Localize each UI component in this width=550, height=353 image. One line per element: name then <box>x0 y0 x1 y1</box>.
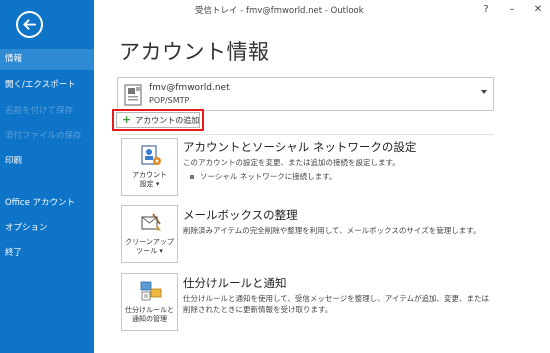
account-type: POP/SMTP <box>149 96 190 105</box>
bullet-icon <box>190 175 194 179</box>
account-settings-button[interactable]: アカウント 設定 ▾ <box>121 138 178 196</box>
help-button[interactable]: ? <box>478 2 494 18</box>
account-icon <box>124 84 142 106</box>
add-account-label: アカウントの追加 <box>135 115 200 125</box>
section-desc-account-settings: このアカウントの設定を変更、または追加の接続を設定します。 <box>183 158 400 167</box>
back-button[interactable] <box>16 11 43 38</box>
cleanup-tools-button[interactable]: クリーンアップ ツール ▾ <box>121 205 178 263</box>
section-desc-mailbox-cleanup: 削除済みアイテムの完全削除や整理を利用して、メールボックスのサイズを管理します。 <box>183 226 481 235</box>
title-bar: 受信トレイ - fmv@fmworld.net - Outlook ? – ✕ <box>94 0 550 22</box>
social-network-text: ソーシャル ネットワークに接続します。 <box>200 172 337 181</box>
close-button[interactable]: ✕ <box>530 2 546 18</box>
sidebar-item-save-as: 名前を付けて保存 <box>5 106 74 116</box>
sidebar-item-print[interactable]: 印刷 <box>0 151 94 172</box>
chevron-down-icon <box>481 90 487 94</box>
backstage-sidebar: 情報 開く/エクスポート 名前を付けて保存 添付ファイルの保存 印刷 Offic… <box>0 0 94 353</box>
back-arrow-icon <box>23 19 37 30</box>
minimize-button[interactable]: – <box>504 2 520 18</box>
section-title-mailbox-cleanup: メールボックスの整理 <box>183 208 298 222</box>
rules-alerts-label: 仕分けルールと 通知の管理 <box>125 306 174 323</box>
plus-icon: + <box>122 113 132 126</box>
sidebar-item-save-attachments: 添付ファイルの保存 <box>5 131 82 141</box>
page-title: アカウント情報 <box>119 40 270 64</box>
sidebar-item-options[interactable]: オプション <box>0 218 94 239</box>
divider <box>117 134 494 135</box>
account-settings-icon <box>141 145 161 165</box>
cleanup-tools-label: クリーンアップ ツール ▾ <box>125 238 174 255</box>
cleanup-tools-icon <box>141 213 161 231</box>
social-network-bullet: ソーシャル ネットワークに接続します。 <box>190 171 336 182</box>
account-settings-label: アカウント 設定 ▾ <box>132 171 167 188</box>
add-account-button[interactable]: + アカウントの追加 <box>116 112 200 128</box>
account-selector[interactable]: fmv@fmworld.net POP/SMTP <box>117 77 494 111</box>
section-title-rules-alerts: 仕分けルールと通知 <box>183 276 287 290</box>
rules-alerts-button[interactable]: 仕分けルールと 通知の管理 <box>121 273 178 331</box>
section-title-account-settings: アカウントとソーシャル ネットワークの設定 <box>183 140 417 154</box>
sidebar-item-info[interactable]: 情報 <box>0 49 94 70</box>
section-desc-rules-alerts: 仕分けルールと通知を使用して、受信メッセージを整理し、アイテムが追加、変更、また… <box>183 294 489 314</box>
rules-alerts-icon <box>140 281 162 301</box>
sidebar-item-open-export[interactable]: 開く/エクスポート <box>0 75 94 96</box>
window-title: 受信トレイ - fmv@fmworld.net - Outlook <box>195 6 364 16</box>
sidebar-item-exit[interactable]: 終了 <box>0 243 94 264</box>
account-email: fmv@fmworld.net <box>149 83 230 93</box>
sidebar-item-office-account[interactable]: Office アカウント <box>0 193 94 214</box>
